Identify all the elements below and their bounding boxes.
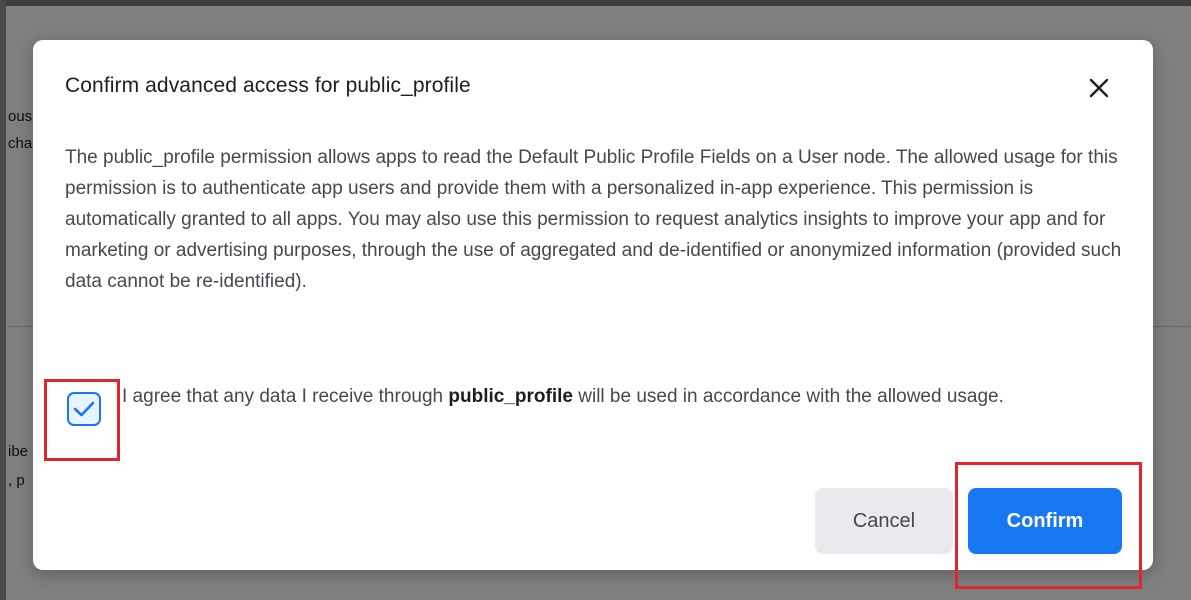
agreement-row: I agree that any data I receive through … [44, 379, 1141, 461]
agreement-text-before: I agree that any data I receive through [122, 386, 449, 407]
close-icon [1089, 78, 1109, 98]
agreement-text-after: will be used in accordance with the allo… [572, 386, 1004, 407]
agreement-permission-name: public_profile [448, 386, 573, 407]
agreement-label: I agree that any data I receive through … [122, 381, 1132, 412]
background-top-bar [0, 0, 1191, 6]
dialog-title: Confirm advanced access for public_profi… [65, 74, 471, 97]
dialog-description: The public_profile permission allows app… [65, 147, 1122, 292]
cancel-button[interactable]: Cancel [815, 488, 953, 554]
checkmark-icon [73, 401, 95, 417]
background-left-bar [0, 0, 6, 600]
close-button[interactable] [1081, 70, 1117, 106]
agreement-checkbox[interactable] [67, 392, 101, 426]
confirm-highlight-box [955, 462, 1142, 589]
